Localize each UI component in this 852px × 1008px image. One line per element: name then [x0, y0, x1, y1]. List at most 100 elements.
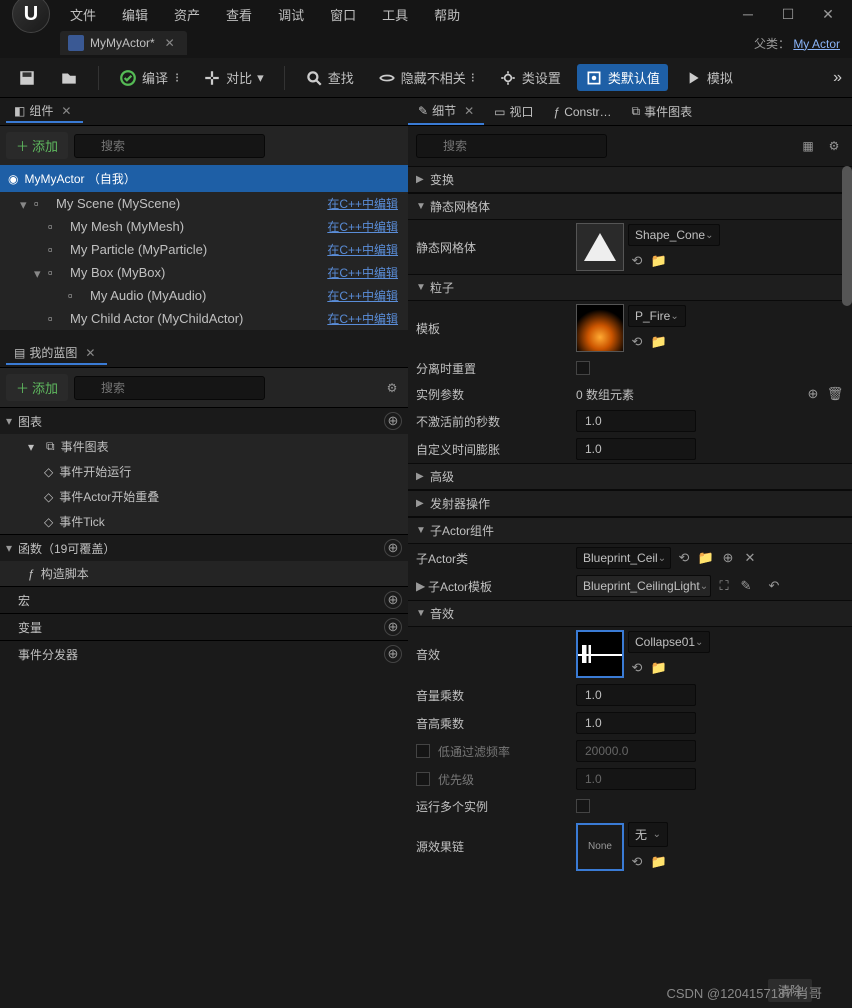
browse-button[interactable]	[52, 65, 86, 91]
add-variable-icon[interactable]: ⊕	[384, 618, 402, 636]
hide-unrelated-button[interactable]: 隐藏不相关 ⁝	[370, 64, 483, 91]
functions-category[interactable]: ▾函数（19可覆盖）⊕	[0, 534, 408, 561]
add-function-icon[interactable]: ⊕	[384, 539, 402, 557]
diff-button[interactable]: 对比 ▾	[195, 64, 272, 91]
menu-工具[interactable]: 工具	[370, 1, 420, 28]
blueprint-search-input[interactable]	[74, 376, 265, 400]
file-tab-mymyactor[interactable]: MyMyActor* ✕	[60, 31, 187, 55]
expand-icon[interactable]: ⛶	[715, 577, 733, 595]
pitch-input[interactable]	[576, 712, 696, 734]
scrollbar[interactable]	[842, 166, 852, 306]
details-search-input[interactable]	[416, 134, 607, 158]
close-button[interactable]: ✕	[808, 2, 848, 26]
add-graph-icon[interactable]: ⊕	[384, 412, 402, 430]
event-item[interactable]: ◇事件Actor开始重叠	[0, 484, 408, 509]
tab-construction[interactable]: ƒConstr…	[544, 101, 622, 123]
component-particle[interactable]: ▫My Particle (MyParticle)在C++中编辑	[0, 238, 408, 261]
variables-category[interactable]: 变量⊕	[0, 613, 408, 640]
grid-icon[interactable]: ▦	[798, 136, 818, 156]
sound-dropdown[interactable]: Collapse01⌄	[628, 631, 710, 653]
find-button[interactable]: 查找	[297, 64, 362, 91]
add-element-icon[interactable]: ⊕	[804, 385, 822, 403]
volume-input[interactable]	[576, 684, 696, 706]
edit-cpp-link[interactable]: 在C++中编辑	[327, 264, 404, 281]
tab-viewport[interactable]: ▭视口	[484, 99, 543, 124]
compile-button[interactable]: 编译⁝	[111, 64, 187, 91]
child-actor-template-dropdown[interactable]: Blueprint_CeilingLight⌄	[576, 575, 711, 597]
use-selected-icon[interactable]: ⟲	[628, 333, 646, 351]
add-dispatcher-icon[interactable]: ⊕	[384, 645, 402, 663]
child-actor-class-dropdown[interactable]: Blueprint_Ceil⌄	[576, 547, 671, 569]
menu-调试[interactable]: 调试	[266, 1, 316, 28]
class-settings-button[interactable]: 类设置	[491, 64, 569, 91]
browse-icon[interactable]: 📁	[650, 333, 668, 351]
component-search-input[interactable]	[74, 134, 265, 158]
close-icon[interactable]: ✕	[81, 346, 99, 360]
sound-category[interactable]: ▼音效	[408, 600, 852, 627]
static-mesh-dropdown[interactable]: Shape_Cone⌄	[628, 224, 720, 246]
component-scene[interactable]: ▾▫My Scene (MyScene)在C++中编辑	[0, 192, 408, 215]
use-selected-icon[interactable]: ⟲	[675, 549, 693, 567]
add-macro-icon[interactable]: ⊕	[384, 591, 402, 609]
tab-details[interactable]: ✎细节✕	[408, 98, 484, 125]
tab-components[interactable]: ◧ 组件 ✕	[6, 100, 83, 123]
add-icon[interactable]: ⊕	[719, 549, 737, 567]
menu-文件[interactable]: 文件	[58, 1, 108, 28]
save-button[interactable]	[10, 65, 44, 91]
menu-查看[interactable]: 查看	[214, 1, 264, 28]
minimize-button[interactable]: ─	[728, 2, 768, 26]
component-audio[interactable]: ▫My Audio (MyAudio)在C++中编辑	[0, 284, 408, 307]
component-box[interactable]: ▾▫My Box (MyBox)在C++中编辑	[0, 261, 408, 284]
actor-self-row[interactable]: ◉ MyMyActor （自我）	[0, 165, 408, 192]
seconds-before-input[interactable]	[576, 410, 696, 432]
particle-thumbnail[interactable]	[576, 304, 624, 352]
lowpass-checkbox[interactable]	[416, 744, 430, 758]
gear-icon[interactable]: ⚙	[382, 378, 402, 398]
clear-array-icon[interactable]: 🗑	[826, 385, 844, 403]
reset-icon[interactable]: ↶	[765, 577, 783, 595]
static-mesh-thumbnail[interactable]	[576, 223, 624, 271]
tab-event-graph[interactable]: ⧉事件图表	[622, 99, 703, 124]
priority-input[interactable]	[576, 768, 696, 790]
reset-on-detach-checkbox[interactable]	[576, 361, 590, 375]
custom-dilation-input[interactable]	[576, 438, 696, 460]
menu-窗口[interactable]: 窗口	[318, 1, 368, 28]
edit-icon[interactable]: ✎	[737, 577, 755, 595]
event-item[interactable]: ◇事件开始运行	[0, 459, 408, 484]
tab-close-icon[interactable]: ✕	[161, 36, 179, 50]
particle-category[interactable]: ▼粒子	[408, 274, 852, 301]
source-chain-thumbnail[interactable]: None	[576, 823, 624, 871]
menu-帮助[interactable]: 帮助	[422, 1, 472, 28]
browse-icon[interactable]: 📁	[650, 659, 668, 677]
macros-category[interactable]: 宏⊕	[0, 586, 408, 613]
browse-icon[interactable]: 📁	[650, 252, 668, 270]
dispatchers-category[interactable]: 事件分发器⊕	[0, 640, 408, 667]
gear-icon[interactable]: ⚙	[824, 136, 844, 156]
add-component-button[interactable]: ＋添加	[6, 132, 68, 159]
lowpass-input[interactable]	[576, 740, 696, 762]
source-chain-dropdown[interactable]: 无⌄	[628, 822, 668, 847]
parent-class-link[interactable]: My Actor	[793, 37, 840, 51]
priority-checkbox[interactable]	[416, 772, 430, 786]
transform-category[interactable]: ▶变换	[408, 166, 852, 193]
close-icon[interactable]: ✕	[460, 104, 474, 118]
edit-cpp-link[interactable]: 在C++中编辑	[327, 287, 404, 304]
add-blueprint-button[interactable]: ＋添加	[6, 374, 68, 401]
browse-icon[interactable]: 📁	[650, 853, 668, 871]
simulate-button[interactable]: 模拟	[676, 64, 741, 91]
sound-thumbnail[interactable]	[576, 630, 624, 678]
browse-icon[interactable]: 📁	[697, 549, 715, 567]
use-selected-icon[interactable]: ⟲	[628, 853, 646, 871]
edit-cpp-link[interactable]: 在C++中编辑	[327, 241, 404, 258]
menu-资产[interactable]: 资产	[162, 1, 212, 28]
multiple-instances-checkbox[interactable]	[576, 799, 590, 813]
template-dropdown[interactable]: P_Fire⌄	[628, 305, 686, 327]
class-defaults-button[interactable]: 类默认值	[577, 64, 668, 91]
edit-cpp-link[interactable]: 在C++中编辑	[327, 310, 404, 327]
maximize-button[interactable]: ☐	[768, 2, 808, 26]
clear-icon[interactable]: ✕	[741, 549, 759, 567]
toolbar-overflow-icon[interactable]: »	[833, 69, 842, 87]
tab-my-blueprint[interactable]: ▤ 我的蓝图 ✕	[6, 342, 107, 365]
emitter-category[interactable]: ▶发射器操作	[408, 490, 852, 517]
use-selected-icon[interactable]: ⟲	[628, 252, 646, 270]
